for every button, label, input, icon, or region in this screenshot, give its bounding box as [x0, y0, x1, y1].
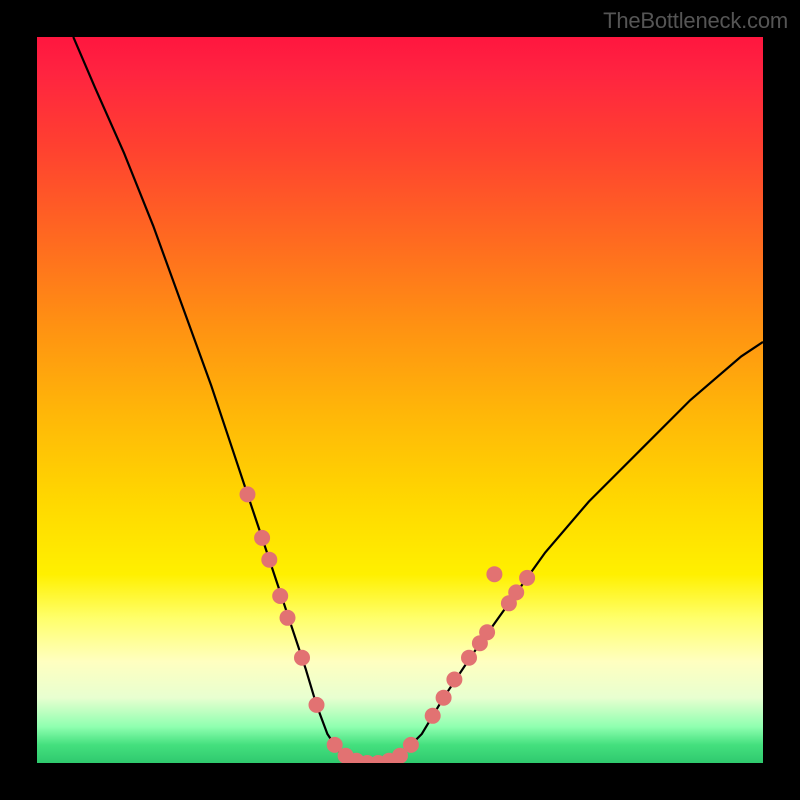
marker-dot [446, 672, 462, 688]
chart-root: TheBottleneck.com [0, 0, 800, 800]
marker-dot [519, 570, 535, 586]
bottleneck-curve [73, 37, 763, 763]
marker-dot [403, 737, 419, 753]
marker-dot [309, 697, 325, 713]
marker-dot [240, 486, 256, 502]
marker-dot [479, 624, 495, 640]
curve-layer [37, 37, 763, 763]
marker-dot [436, 690, 452, 706]
marker-dot [461, 650, 477, 666]
marker-dot [254, 530, 270, 546]
plot-area [37, 37, 763, 763]
watermark-text: TheBottleneck.com [603, 8, 788, 34]
marker-dot [261, 552, 277, 568]
marker-dot [508, 584, 524, 600]
marker-dot [486, 566, 502, 582]
marker-dot [425, 708, 441, 724]
marker-dot [272, 588, 288, 604]
marker-dot [294, 650, 310, 666]
marker-dot [280, 610, 296, 626]
curve-markers [240, 486, 536, 763]
